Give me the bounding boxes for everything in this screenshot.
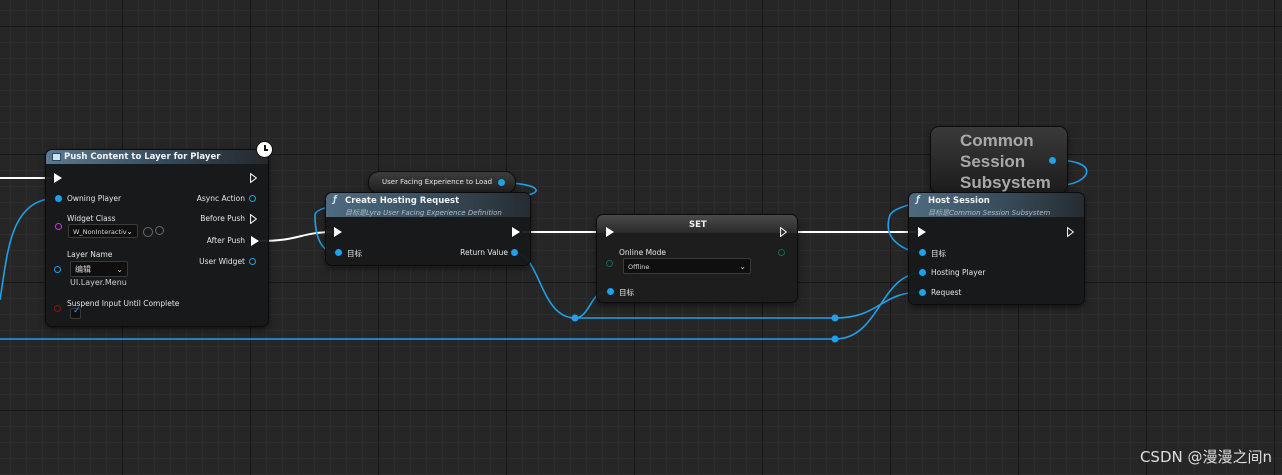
- watermark: CSDN @漫漫之间n: [1139, 448, 1272, 466]
- exec-out-pin[interactable]: [780, 227, 787, 237]
- exec-in-pin[interactable]: [54, 173, 62, 183]
- browse-arrow-icon[interactable]: [143, 227, 153, 237]
- push-content-node[interactable]: Push Content to Layer for Player Owning …: [46, 150, 268, 326]
- chevron-down-icon: ⌄: [126, 227, 133, 236]
- exec-in-pin[interactable]: [606, 227, 614, 237]
- check-icon: ✓: [73, 306, 81, 316]
- host-session-title: Host Session: [928, 196, 990, 206]
- experience-variable-pin[interactable]: [498, 179, 505, 186]
- owning-player-pin[interactable]: [55, 195, 62, 202]
- widget-class-combo[interactable]: W_NonInteractiv ⌄: [68, 224, 138, 238]
- layer-name-combo[interactable]: 编辑 ⌄: [70, 261, 128, 277]
- before-push-label: Before Push: [200, 214, 245, 223]
- exec-out-pin[interactable]: [512, 227, 520, 237]
- after-push-label: After Push: [206, 236, 245, 245]
- hosting-player-label: Hosting Player: [931, 268, 986, 277]
- hosting-player-pin[interactable]: [919, 269, 926, 276]
- reroute-knot-2[interactable]: [831, 314, 839, 322]
- set-node[interactable]: SET Online Mode Offline ⌄ 目标: [597, 215, 797, 302]
- widget-class-label: Widget Class: [67, 214, 116, 223]
- user-widget-label: User Widget: [199, 257, 245, 266]
- search-icon[interactable]: [155, 226, 164, 235]
- online-mode-label: Online Mode: [619, 248, 667, 257]
- target-pin[interactable]: [335, 249, 342, 256]
- host-target-label: 目标: [931, 249, 946, 258]
- online-mode-combo[interactable]: Offline ⌄: [623, 258, 751, 274]
- after-push-pin[interactable]: [251, 236, 259, 246]
- experience-variable-label: User Facing Experience to Load: [382, 178, 493, 186]
- target-label: 目标: [347, 249, 362, 258]
- async-action-label: Async Action: [196, 194, 245, 203]
- exec-in-pin[interactable]: [334, 227, 342, 237]
- reroute-knot-3[interactable]: [831, 335, 839, 343]
- session-subsystem-line-1: Common: [960, 131, 1034, 150]
- session-subsystem-line-3: Subsystem: [960, 173, 1051, 192]
- exec-in-pin[interactable]: [918, 227, 926, 237]
- experience-variable-node[interactable]: User Facing Experience to Load: [369, 172, 515, 193]
- suspend-input-label: Suspend Input Until Complete: [67, 299, 180, 308]
- async-action-pin[interactable]: [249, 195, 256, 202]
- online-mode-value: Offline: [628, 263, 650, 271]
- session-subsystem-line-2: Session: [960, 152, 1026, 171]
- create-hosting-request-node[interactable]: ƒ Create Hosting Request 目标是Lyra User Fa…: [326, 193, 530, 265]
- set-target-label: 目标: [619, 288, 634, 297]
- chevron-down-icon: ⌄: [116, 265, 123, 274]
- suspend-input-checkbox[interactable]: ✓: [70, 306, 81, 319]
- host-session-node[interactable]: ƒ Host Session 目标是Common Session Subsyst…: [909, 193, 1084, 304]
- set-title: SET: [689, 220, 707, 230]
- return-value-label: Return Value: [460, 248, 508, 257]
- owning-player-label: Owning Player: [67, 194, 122, 203]
- function-icon: ƒ: [333, 195, 337, 205]
- widget-class-value: W_NonInteractiv: [73, 228, 127, 236]
- exec-wire-after-push: [259, 231, 335, 242]
- return-value-pin[interactable]: [511, 249, 518, 256]
- exec-out-pin[interactable]: [250, 173, 257, 183]
- host-target-pin[interactable]: [919, 249, 926, 256]
- suspend-input-pin[interactable]: [54, 305, 61, 312]
- user-widget-pin[interactable]: [249, 258, 256, 265]
- request-label: Request: [931, 288, 962, 297]
- layer-name-tag: UI.Layer.Menu: [70, 278, 127, 287]
- exec-out-pin[interactable]: [1067, 227, 1074, 237]
- session-subsystem-label: Common Session Subsystem: [960, 130, 1051, 193]
- layer-name-label: Layer Name: [67, 250, 113, 259]
- layer-name-value: 编辑: [75, 265, 91, 274]
- session-subsystem-node[interactable]: Common Session Subsystem: [931, 127, 1067, 193]
- session-subsystem-pin[interactable]: [1049, 157, 1056, 164]
- online-mode-out-pin[interactable]: [778, 249, 785, 256]
- create-hosting-request-subtitle: 目标是Lyra User Facing Experience Definitio…: [345, 209, 502, 217]
- latent-clock-icon: [257, 142, 272, 157]
- request-pin[interactable]: [919, 289, 926, 296]
- chevron-down-icon: ⌄: [739, 262, 746, 271]
- reroute-knot-1[interactable]: [571, 314, 579, 322]
- push-content-title: Push Content to Layer for Player: [64, 152, 221, 162]
- online-mode-pin[interactable]: [606, 260, 613, 267]
- set-target-pin[interactable]: [607, 288, 614, 295]
- host-session-subtitle: 目标是Common Session Subsystem: [928, 209, 1051, 217]
- widget-icon: [52, 153, 61, 161]
- function-icon: ƒ: [916, 195, 920, 205]
- before-push-pin[interactable]: [250, 214, 257, 224]
- layer-name-pin[interactable]: [54, 266, 61, 273]
- widget-class-pin[interactable]: [55, 223, 62, 230]
- create-hosting-request-title: Create Hosting Request: [345, 196, 460, 206]
